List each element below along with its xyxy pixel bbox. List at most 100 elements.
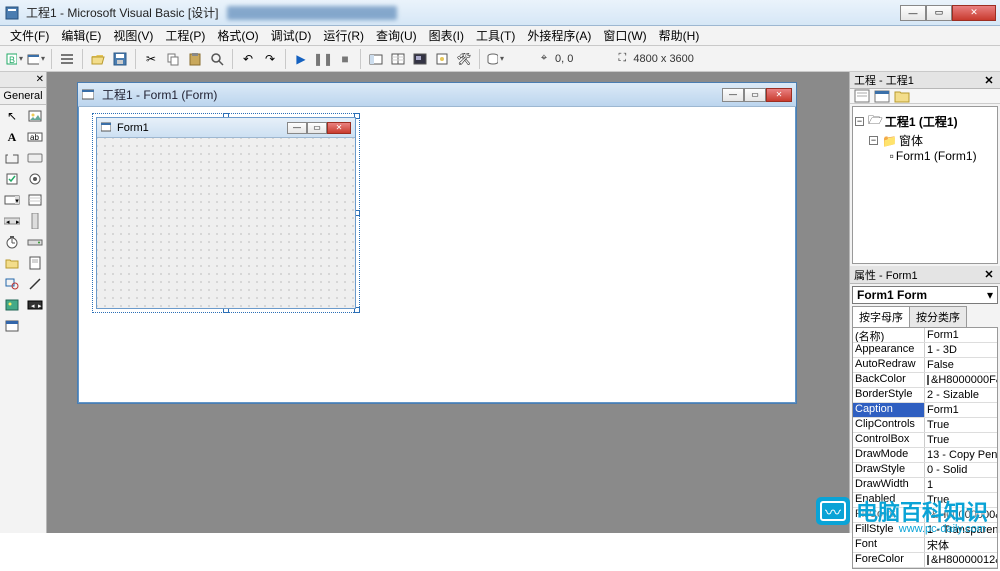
start-button[interactable]: ▶ (291, 49, 311, 69)
tool-data[interactable]: ◂▸ (24, 295, 46, 315)
add-project-button[interactable]: B (4, 49, 24, 69)
property-row[interactable]: BackColor&H8000000F& (853, 373, 997, 388)
property-row[interactable]: Appearance1 - 3D (853, 343, 997, 358)
property-row[interactable]: (名称)Form1 (853, 328, 997, 343)
menu-project[interactable]: 工程(P) (159, 25, 211, 46)
redo-button[interactable]: ↷ (260, 49, 280, 69)
close-button[interactable]: ✕ (952, 5, 996, 21)
tool-hscrollbar[interactable]: ◂▸ (1, 211, 23, 231)
property-row[interactable]: AutoRedrawFalse (853, 358, 997, 373)
property-row[interactable]: BorderStyle2 - Sizable (853, 388, 997, 403)
open-button[interactable] (88, 49, 108, 69)
property-row[interactable]: DrawMode13 - Copy Pen (853, 448, 997, 463)
form1-close[interactable]: ✕ (327, 122, 351, 134)
tree-root[interactable]: −🗁 工程1 (工程1) (855, 111, 995, 132)
maximize-button[interactable]: ▭ (926, 5, 952, 21)
form1[interactable]: Form1 — ▭ ✕ (96, 117, 356, 309)
project-panel-close[interactable]: ✕ (982, 74, 996, 87)
tool-frame[interactable] (1, 148, 23, 168)
menu-addins[interactable]: 外接程序(A) (521, 25, 597, 46)
property-row[interactable]: Font宋体 (853, 538, 997, 553)
data-view-button[interactable] (485, 49, 505, 69)
break-button[interactable]: ❚❚ (313, 49, 333, 69)
tool-textbox[interactable]: ab (24, 127, 46, 147)
property-row[interactable]: DrawStyle0 - Solid (853, 463, 997, 478)
toggle-folders-button[interactable] (894, 89, 910, 103)
form1-max[interactable]: ▭ (307, 122, 327, 134)
menu-edit[interactable]: 编辑(E) (55, 25, 107, 46)
form1-min[interactable]: — (287, 122, 307, 134)
tool-picturebox[interactable] (24, 106, 46, 126)
property-row[interactable]: EnabledTrue (853, 493, 997, 508)
end-button[interactable]: ■ (335, 49, 355, 69)
tool-pointer[interactable]: ↖ (1, 106, 23, 126)
menu-diagram[interactable]: 图表(I) (423, 25, 470, 46)
add-form-button[interactable] (26, 49, 46, 69)
tool-timer[interactable] (1, 232, 23, 252)
tool-label[interactable]: A (1, 127, 23, 147)
mdi-area: 工程1 - Form1 (Form) — ▭ ✕ Form1 — ▭ (47, 72, 849, 533)
menu-window[interactable]: 窗口(W) (597, 25, 652, 46)
menu-view[interactable]: 视图(V) (107, 25, 159, 46)
tool-commandbutton[interactable] (24, 148, 46, 168)
tool-drivelistbox[interactable] (24, 232, 46, 252)
toolbox-button[interactable]: 🛠 (454, 49, 474, 69)
tool-image[interactable] (1, 295, 23, 315)
menu-query[interactable]: 查询(U) (370, 25, 423, 46)
properties-panel-close[interactable]: ✕ (982, 268, 996, 281)
paste-button[interactable] (185, 49, 205, 69)
tree-item-form1[interactable]: ▫ Form1 (Form1) (855, 149, 995, 163)
tool-ole[interactable] (1, 316, 23, 336)
tool-listbox[interactable] (24, 190, 46, 210)
property-row[interactable]: FillColor&H00000000& (853, 508, 997, 523)
find-button[interactable] (207, 49, 227, 69)
tree-folder-forms[interactable]: −📁 窗体 (855, 132, 995, 149)
form-layout-button[interactable] (410, 49, 430, 69)
project-toolbar (850, 89, 1000, 104)
designer-titlebar: 工程1 - Form1 (Form) — ▭ ✕ (78, 83, 796, 107)
undo-button[interactable]: ↶ (238, 49, 258, 69)
tool-vscrollbar[interactable] (24, 211, 46, 231)
menu-tools[interactable]: 工具(T) (470, 25, 521, 46)
copy-button[interactable] (163, 49, 183, 69)
menu-run[interactable]: 运行(R) (317, 25, 370, 46)
tab-categorized[interactable]: 按分类序 (909, 306, 967, 327)
view-code-button[interactable] (854, 89, 870, 103)
menu-help[interactable]: 帮助(H) (653, 25, 706, 46)
menu-debug[interactable]: 调试(D) (265, 25, 318, 46)
designer-close[interactable]: ✕ (766, 88, 792, 102)
menu-file[interactable]: 文件(F) (4, 25, 55, 46)
cut-button[interactable]: ✂ (141, 49, 161, 69)
tool-shape[interactable] (1, 274, 23, 294)
designer-min[interactable]: — (722, 88, 744, 102)
app-titlebar: 工程1 - Microsoft Visual Basic [设计] — ▭ ✕ (0, 0, 1000, 26)
form-selection[interactable]: Form1 — ▭ ✕ (96, 117, 356, 309)
designer-max[interactable]: ▭ (744, 88, 766, 102)
tool-dirlistbox[interactable] (1, 253, 23, 273)
property-row[interactable]: DrawWidth1 (853, 478, 997, 493)
property-row[interactable]: ControlBoxTrue (853, 433, 997, 448)
size-icon: ⛶ (615, 52, 629, 66)
tool-filelistbox[interactable] (24, 253, 46, 273)
tool-combobox[interactable]: ▾ (1, 190, 23, 210)
property-row[interactable]: ClipControlsTrue (853, 418, 997, 433)
properties-window-button[interactable] (388, 49, 408, 69)
tab-alphabetic[interactable]: 按字母序 (852, 306, 910, 327)
object-browser-button[interactable] (432, 49, 452, 69)
tool-optionbutton[interactable] (24, 169, 46, 189)
form-designer-window[interactable]: 工程1 - Form1 (Form) — ▭ ✕ Form1 — ▭ (77, 82, 797, 404)
minimize-button[interactable]: — (900, 5, 926, 21)
view-object-button[interactable] (874, 89, 890, 103)
property-row[interactable]: CaptionForm1 (853, 403, 997, 418)
form1-grid[interactable] (97, 138, 355, 308)
tool-line[interactable] (24, 274, 46, 294)
tool-checkbox[interactable] (1, 169, 23, 189)
project-tree[interactable]: −🗁 工程1 (工程1) −📁 窗体 ▫ Form1 (Form1) (852, 106, 998, 264)
toolbox-close[interactable]: ✕ (0, 72, 46, 88)
project-explorer-button[interactable] (366, 49, 386, 69)
save-button[interactable] (110, 49, 130, 69)
property-row[interactable]: ForeColor&H80000012& (853, 553, 997, 568)
menu-editor-button[interactable] (57, 49, 77, 69)
object-selector[interactable]: Form1 Form▾ (852, 286, 998, 304)
menu-format[interactable]: 格式(O) (211, 25, 264, 46)
